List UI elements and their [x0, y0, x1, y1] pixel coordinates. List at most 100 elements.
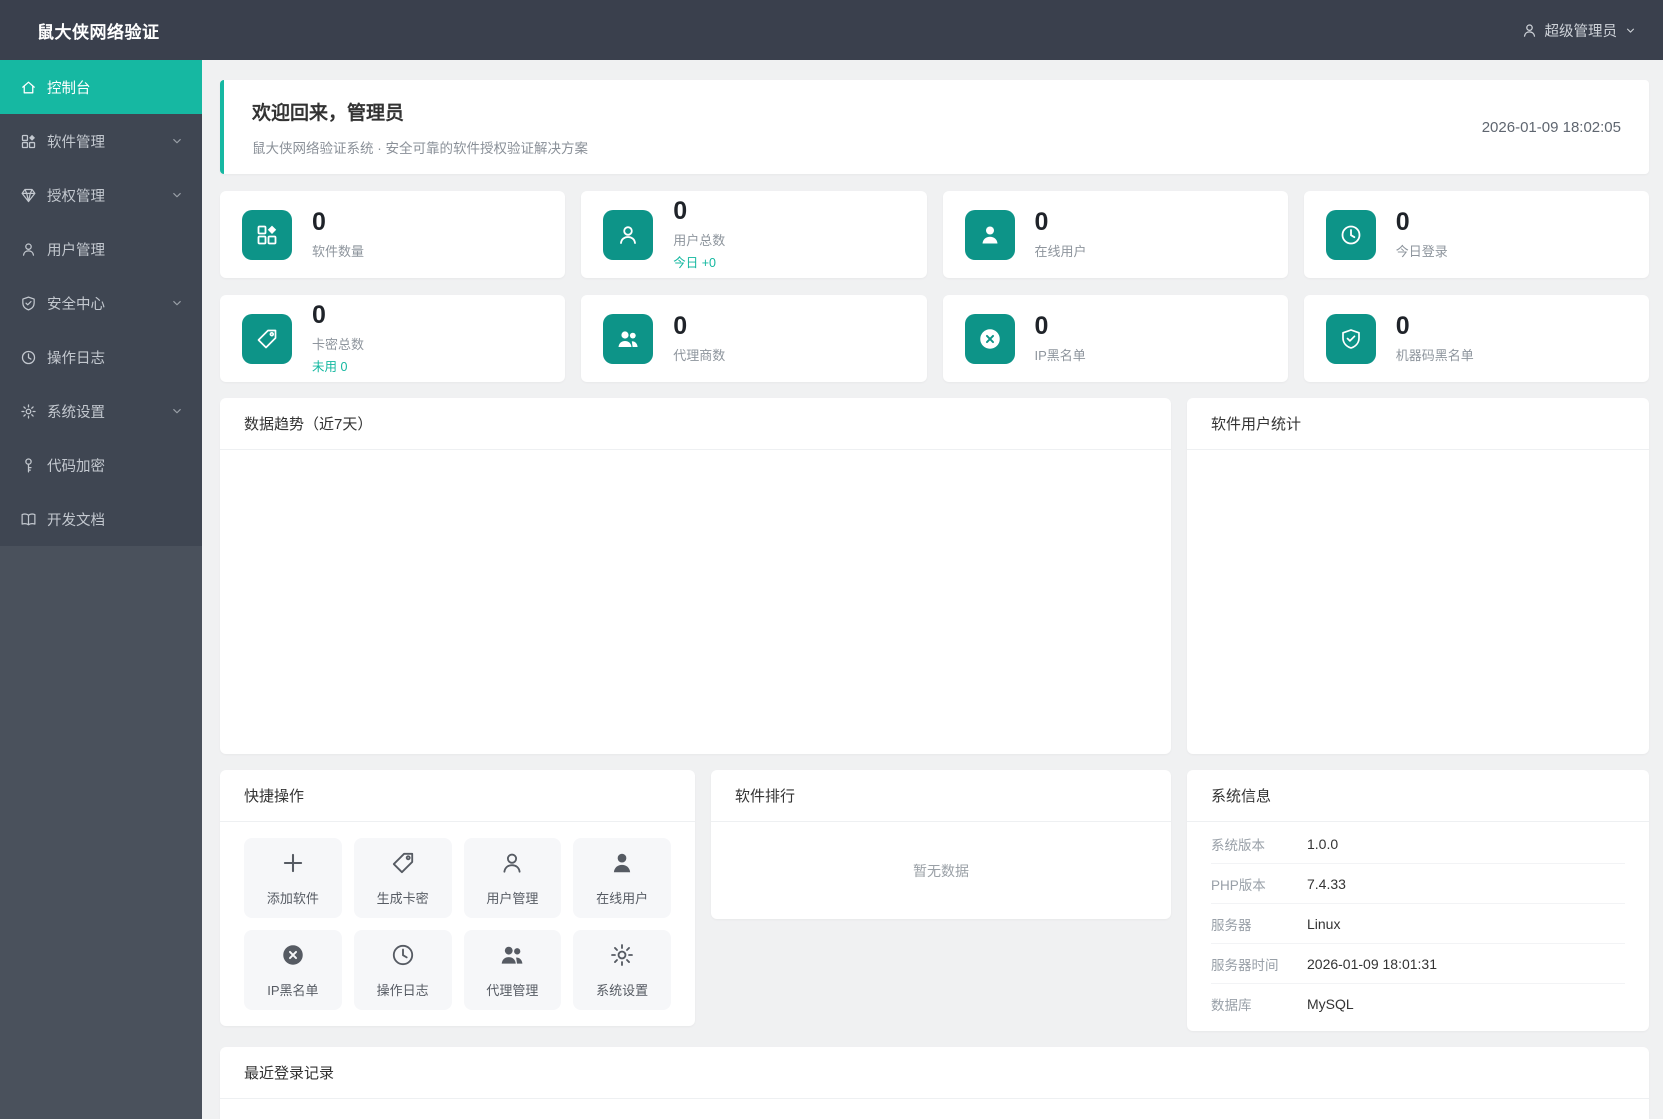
tag-icon: [242, 313, 292, 364]
system-info-list: 系统版本 1.0.0 PHP版本 7.4.33 服务器 Linux 服务器时间 …: [1187, 822, 1649, 1031]
quick-add-software-button[interactable]: 添加软件: [244, 838, 342, 918]
users-icon: [603, 313, 654, 364]
stat-label: 用户总数: [673, 232, 726, 248]
gear-icon: [20, 403, 37, 420]
sidebar-item-authorization[interactable]: 授权管理: [0, 168, 202, 222]
sidebar-item-label: 用户管理: [47, 242, 105, 259]
user-icon: [603, 209, 654, 260]
tag-icon: [390, 850, 416, 881]
welcome-title: 欢迎回来，管理员: [252, 102, 405, 124]
chevron-down-icon: [170, 404, 184, 418]
quick-action-label: 操作日志: [376, 982, 429, 998]
quick-user-management-button[interactable]: 用户管理: [463, 838, 562, 918]
user-solid-icon: [964, 209, 1015, 260]
sidebar-item-label: 授权管理: [47, 188, 105, 205]
clock-icon: [390, 942, 416, 973]
stat-label: 卡密总数: [312, 336, 365, 352]
sidebar-item-settings[interactable]: 系统设置: [0, 384, 202, 438]
stat-card-total-users: 0 用户总数 今日 +0: [581, 191, 927, 278]
panel-title: 软件用户统计: [1187, 398, 1649, 450]
app-title: 鼠大侠网络验证: [37, 22, 160, 42]
clock-icon: [20, 349, 37, 366]
sidebar-item-label: 系统设置: [47, 404, 105, 421]
system-info-row: 服务器时间 2026-01-09 18:01:31: [1211, 944, 1625, 984]
plus-icon: [280, 850, 306, 881]
recent-logins-panel: 最近登录记录: [220, 1047, 1649, 1119]
sidebar-filler: [0, 546, 202, 1119]
panel-title: 系统信息: [1187, 770, 1649, 822]
stat-sub-label: 今日 +0: [673, 255, 716, 270]
info-value: MySQL: [1307, 995, 1354, 1012]
quick-agent-management-button[interactable]: 代理管理: [463, 930, 562, 1010]
stat-value: 0: [1034, 208, 1049, 237]
stat-value: 0: [1395, 312, 1410, 341]
stat-label: IP黑名单: [1034, 347, 1086, 363]
key-icon: [20, 457, 37, 474]
user-icon: [499, 850, 525, 881]
stat-value: 0: [673, 312, 688, 341]
info-value: 7.4.33: [1307, 875, 1346, 892]
user-solid-icon: [609, 850, 635, 881]
info-value: 1.0.0: [1307, 835, 1339, 852]
sidebar-item-software[interactable]: 软件管理: [0, 114, 202, 168]
stat-sub-label: 未用 0: [312, 359, 348, 374]
users-icon: [499, 942, 525, 973]
sidebar-item-dashboard[interactable]: 控制台: [0, 60, 202, 114]
welcome-banner: 欢迎回来，管理员 鼠大侠网络验证系统 · 安全可靠的软件授权验证解决方案 202…: [220, 80, 1649, 174]
sidebar-item-label: 安全中心: [47, 296, 105, 313]
stat-card-ip-blacklist: 0 IP黑名单: [942, 295, 1288, 382]
quick-action-label: 系统设置: [596, 982, 649, 998]
stat-value: 0: [312, 301, 326, 330]
stat-label: 代理商数: [673, 347, 726, 363]
quick-actions-panel: 快捷操作 添加软件 生成卡密 用户管理 在线用户 IP黑名单 操作日志 代理管理…: [220, 770, 695, 1026]
sidebar-item-logs[interactable]: 操作日志: [0, 330, 202, 384]
quick-system-settings-button[interactable]: 系统设置: [573, 930, 671, 1010]
x-circle-icon: [280, 942, 306, 973]
x-circle-icon: [964, 313, 1015, 364]
gem-icon: [20, 187, 37, 204]
stats-row-1: 0 软件数量 0 用户总数 今日 +0 0 在线用户 0 今日登录: [220, 191, 1649, 278]
user-menu[interactable]: 超级管理员: [1521, 20, 1663, 41]
chevron-down-icon: [1624, 24, 1637, 37]
stat-value: 0: [1395, 208, 1410, 237]
stat-label: 在线用户: [1034, 243, 1087, 259]
quick-action-label: IP黑名单: [267, 982, 319, 998]
sidebar-item-label: 操作日志: [47, 350, 105, 367]
sidebar-item-dev-docs[interactable]: 开发文档: [0, 492, 202, 546]
quick-actions-grid: 添加软件 生成卡密 用户管理 在线用户 IP黑名单 操作日志 代理管理 系统设置: [220, 822, 695, 1026]
sidebar-item-users[interactable]: 用户管理: [0, 222, 202, 276]
sidebar-item-label: 开发文档: [47, 512, 105, 529]
stat-card-machine-blacklist: 0 机器码黑名单: [1303, 295, 1649, 382]
system-info-panel: 系统信息 系统版本 1.0.0 PHP版本 7.4.33 服务器 Linux 服…: [1187, 770, 1649, 1031]
empty-state-text: 暂无数据: [913, 862, 969, 879]
charts-row: 数据趋势（近7天） 软件用户统计: [220, 398, 1649, 754]
info-value: Linux: [1307, 915, 1341, 932]
software-users-chart-panel: 软件用户统计: [1187, 398, 1649, 754]
info-label: 服务器时间: [1211, 957, 1279, 973]
panel-title: 软件排行: [711, 770, 1171, 822]
sidebar-menu: 控制台 软件管理 授权管理 用户管理 安全中心 操作日志 系统设置 代码加密 开…: [0, 60, 202, 546]
info-label: 系统版本: [1211, 837, 1265, 853]
sidebar-item-security[interactable]: 安全中心: [0, 276, 202, 330]
quick-action-label: 用户管理: [486, 890, 539, 906]
stat-value: 0: [1034, 312, 1049, 341]
stat-label: 软件数量: [312, 243, 365, 259]
sidebar: 控制台 软件管理 授权管理 用户管理 安全中心 操作日志 系统设置 代码加密 开…: [0, 60, 202, 1119]
panel-title: 快捷操作: [220, 770, 695, 822]
sidebar-item-code-encrypt[interactable]: 代码加密: [0, 438, 202, 492]
info-label: PHP版本: [1211, 877, 1266, 893]
quick-generate-keys-button[interactable]: 生成卡密: [353, 838, 452, 918]
stats-row-2: 0 卡密总数 未用 0 0 代理商数 0 IP黑名单 0 机器码黑名单: [220, 295, 1649, 382]
quick-action-label: 添加软件: [266, 890, 319, 906]
quick-ip-blacklist-button[interactable]: IP黑名单: [244, 930, 342, 1010]
trend-chart-panel: 数据趋势（近7天）: [220, 398, 1171, 754]
quick-logs-button[interactable]: 操作日志: [353, 930, 452, 1010]
home-icon: [20, 79, 37, 96]
apps-icon: [20, 133, 37, 150]
quick-action-label: 在线用户: [596, 890, 649, 906]
software-ranking-panel: 软件排行 暂无数据: [711, 770, 1171, 919]
main-content: 欢迎回来，管理员 鼠大侠网络验证系统 · 安全可靠的软件授权验证解决方案 202…: [202, 60, 1663, 1119]
quick-online-users-button[interactable]: 在线用户: [573, 838, 671, 918]
stat-label: 机器码黑名单: [1395, 347, 1474, 363]
info-label: 服务器: [1211, 917, 1252, 933]
